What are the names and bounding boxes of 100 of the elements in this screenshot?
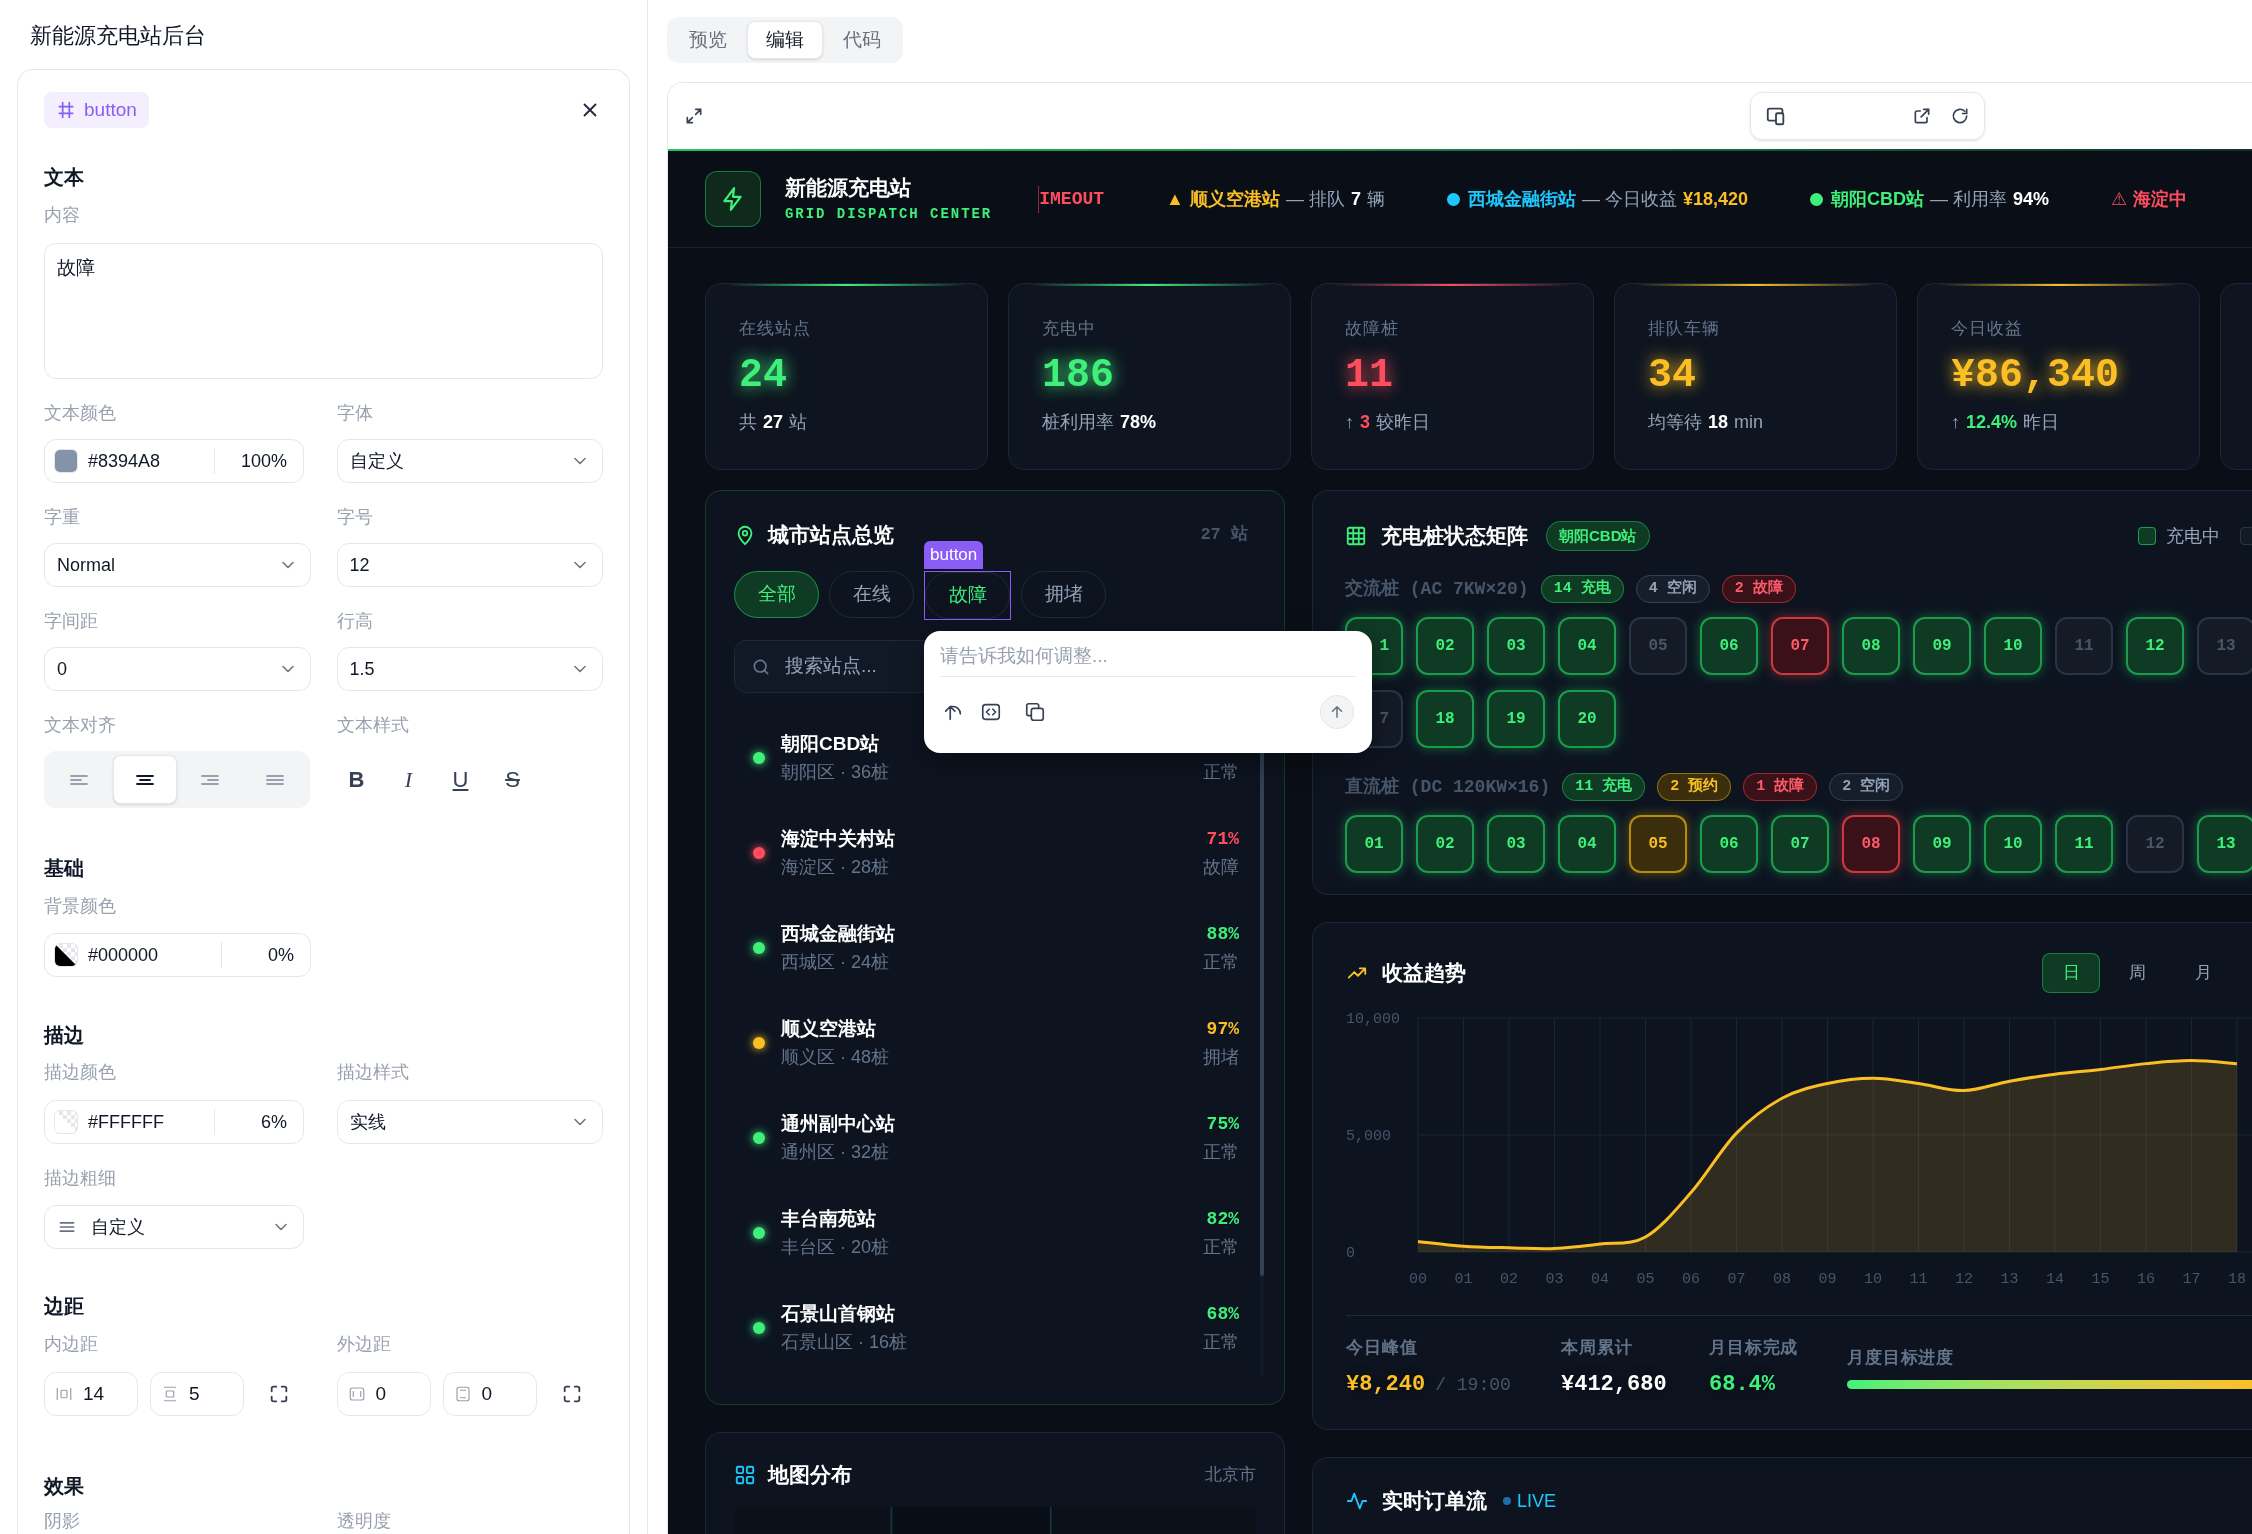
bold-button[interactable]: B [344, 763, 369, 796]
period-tab[interactable]: 月 [2174, 953, 2232, 993]
station-status: 正常 [1203, 950, 1239, 974]
charger-tile[interactable]: 19 [1487, 690, 1545, 748]
kpi-value: 34 [1648, 353, 1697, 399]
station-row[interactable]: 顺义空港站 顺义区 · 48桩 97% 拥堵 [734, 995, 1239, 1090]
charger-tile[interactable]: 12 [2126, 617, 2184, 675]
charger-tile[interactable]: 06 [1700, 617, 1758, 675]
element-tag: button [924, 541, 984, 569]
axis-label: 07 [1727, 1271, 1746, 1288]
margin-x-field[interactable]: 0 [336, 1372, 431, 1416]
kpi-subtext: 较昨日 [1376, 411, 1430, 434]
kpi-subtext: ↑ [1951, 411, 1960, 434]
kpi-subtext: 桩利用率 [1042, 411, 1114, 434]
underline-button[interactable]: U [448, 763, 473, 796]
station-row[interactable]: 石景山首钢站 石景山区 · 16桩 68% 正常 [734, 1280, 1239, 1375]
field-label: 外边距 [336, 1333, 392, 1356]
charger-tile[interactable]: 04 [1558, 617, 1616, 675]
section-heading: 文本 [44, 165, 85, 190]
external-link-icon[interactable] [1912, 106, 1932, 126]
dropdown[interactable]: 1.5 [336, 647, 603, 691]
dropdown[interactable]: 实线 [336, 1100, 603, 1144]
margin-y-field[interactable]: 0 [442, 1372, 537, 1416]
charger-tile[interactable]: 03 [1487, 815, 1545, 873]
content-field[interactable]: 故障 [44, 243, 603, 379]
axis-label: 11 [1909, 1271, 1928, 1288]
count-tag: 4 空闲 [1635, 575, 1710, 603]
copy-icon[interactable] [1024, 701, 1046, 723]
station-district: 西城区 · 24桩 [781, 950, 891, 974]
kpi-label: 今日收益 [1951, 318, 2024, 340]
charger-tile[interactable]: 05 [1629, 815, 1687, 873]
padding-y-field[interactable]: 5 [150, 1372, 244, 1416]
charger-tile[interactable]: 01 [1345, 815, 1403, 873]
station-row[interactable]: 通州副中心站 通州区 · 32桩 75% 正常 [734, 1090, 1239, 1185]
charger-tile[interactable]: 03 [1487, 617, 1545, 675]
view-tab[interactable]: 编辑 [747, 21, 823, 59]
charger-tile[interactable]: 02 [1416, 815, 1474, 873]
charger-tile[interactable]: 04 [1558, 815, 1616, 873]
charger-tile[interactable]: 13 [2197, 815, 2252, 873]
spacing-icon [347, 1385, 366, 1403]
charger-tile[interactable]: 10 [1984, 815, 2042, 873]
kpi-subtext: 共 [739, 411, 757, 434]
station-status: 正常 [1203, 1330, 1239, 1354]
field-label: 透明度 [336, 1510, 392, 1533]
period-tab[interactable]: 日 [2042, 953, 2100, 993]
strike-button[interactable]: S [500, 763, 525, 796]
padding-x-field[interactable]: 14 [44, 1372, 138, 1416]
station-row[interactable]: 西城金融街站 西城区 · 24桩 88% 正常 [734, 900, 1239, 995]
dropdown[interactable]: 自定义 [44, 1205, 304, 1249]
dropdown[interactable]: Normal [44, 543, 311, 587]
stat-label: 月目标完成 [1709, 1337, 1800, 1359]
color-field[interactable]: #000000 0% [44, 933, 311, 977]
station-row[interactable]: 朝阳CBD站 朝阳区 · 36桩 正常 [734, 710, 1239, 805]
ticker-message: IMEOUT [1038, 185, 1105, 213]
view-tab[interactable]: 预览 [671, 21, 745, 59]
kpi-subtext: 昨日 [2023, 411, 2060, 434]
send-button[interactable] [1320, 695, 1354, 729]
alert-icon: ▲ [1166, 185, 1184, 213]
charger-tile[interactable]: 08 [1842, 815, 1900, 873]
charger-tile[interactable]: 20 [1558, 690, 1616, 748]
spacing-icon [453, 1385, 472, 1403]
ticker-station: 朝阳CBD站 [1831, 187, 1924, 211]
field-label: 内容 [44, 204, 81, 227]
charger-tile[interactable]: 09 [1913, 815, 1971, 873]
spacing-icon [55, 1385, 73, 1403]
station-row[interactable]: 丰台南苑站 丰台区 · 20桩 82% 正常 [734, 1185, 1239, 1280]
charger-tile[interactable]: 07 [1771, 815, 1829, 873]
search-input[interactable]: 搜索站点... [785, 652, 905, 681]
brand-title: 新能源充电站 [785, 175, 912, 201]
field-label: 描边样式 [336, 1061, 410, 1084]
align-option[interactable] [112, 755, 177, 804]
station-row[interactable]: 海淀中关村站 海淀区 · 28桩 71% 故障 [734, 805, 1239, 900]
ticker-text: — 今日收益 [1581, 187, 1677, 211]
stat-label: 今日峰值 [1346, 1337, 1419, 1359]
view-tab[interactable]: 代码 [825, 21, 899, 59]
color-field[interactable]: #FFFFFF 6% [44, 1100, 304, 1144]
charger-tile[interactable]: 02 [1416, 617, 1474, 675]
charger-tile[interactable]: 18 [1416, 690, 1474, 748]
axis-label: 12 [1955, 1271, 1973, 1288]
device-icon[interactable] [1765, 105, 1787, 127]
prompt-field[interactable]: 请告诉我如何调整... [940, 641, 1356, 677]
italic-button[interactable]: I [396, 763, 421, 796]
dropdown[interactable]: 自定义 [336, 439, 603, 483]
period-tab[interactable]: 周 [2108, 953, 2166, 993]
charger-tile[interactable]: 07 [1771, 617, 1829, 675]
refresh-icon[interactable] [1950, 106, 1970, 126]
filter-chip[interactable]: 全部 [734, 571, 819, 618]
charger-tile[interactable]: 08 [1842, 617, 1900, 675]
code-icon[interactable] [980, 701, 1002, 723]
expand-corners-icon[interactable] [268, 1383, 290, 1405]
field-label: 字号 [336, 506, 374, 529]
charger-tile[interactable]: 11 [2055, 815, 2113, 873]
charger-tile[interactable]: 06 [1700, 815, 1758, 873]
expand-icon[interactable] [684, 106, 704, 126]
color-field[interactable]: #8394A8 100% [44, 439, 304, 483]
dropdown[interactable]: 0 [44, 647, 311, 691]
station-district: 丰台区 · 20桩 [781, 1235, 891, 1259]
charger-tile[interactable]: 09 [1913, 617, 1971, 675]
charger-tile[interactable]: 10 [1984, 617, 2042, 675]
dropdown[interactable]: 12 [336, 543, 603, 587]
